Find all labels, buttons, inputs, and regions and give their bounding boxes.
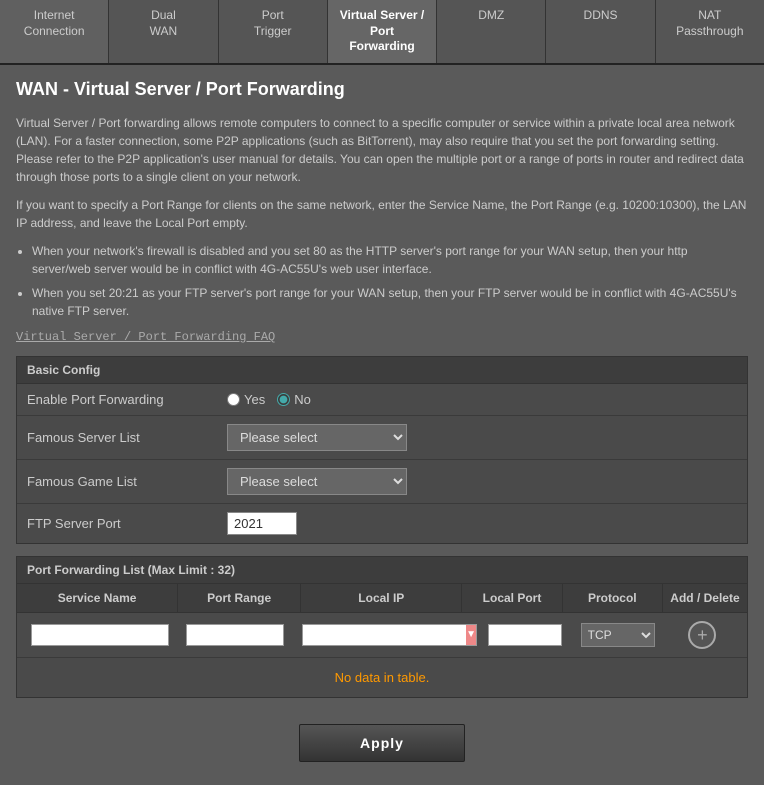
tab-dmz[interactable]: DMZ [437, 0, 546, 63]
enable-port-forwarding-label: Enable Port Forwarding [27, 392, 227, 407]
nav-tabs: InternetConnection DualWAN PortTrigger V… [0, 0, 764, 65]
famous-server-label: Famous Server List [27, 430, 227, 445]
apply-area: Apply [16, 710, 748, 772]
tab-virtual-server-port-forwarding[interactable]: Virtual Server / PortForwarding [328, 0, 437, 63]
tab-internet-connection[interactable]: InternetConnection [0, 0, 109, 63]
cell-local-ip: ▼ [293, 624, 479, 646]
radio-no-label: No [294, 392, 311, 407]
cell-service-name [23, 624, 177, 646]
description-1: Virtual Server / Port forwarding allows … [16, 114, 748, 186]
famous-game-label: Famous Game List [27, 474, 227, 489]
service-name-input[interactable] [31, 624, 170, 646]
table-header-row: Service Name Port Range Local IP Local P… [17, 584, 747, 613]
famous-game-row: Famous Game List Please select [17, 460, 747, 504]
cell-add-delete: + [664, 621, 741, 649]
bullet-list: When your network's firewall is disabled… [32, 242, 748, 320]
port-range-input[interactable] [186, 624, 284, 646]
th-local-ip: Local IP [301, 584, 462, 612]
radio-no-option[interactable]: No [277, 392, 311, 407]
radio-yes-label: Yes [244, 392, 265, 407]
main-content: WAN - Virtual Server / Port Forwarding V… [0, 65, 764, 785]
description-2: If you want to specify a Port Range for … [16, 196, 748, 232]
plus-icon: + [697, 626, 708, 644]
tab-port-trigger[interactable]: PortTrigger [219, 0, 328, 63]
radio-yes-option[interactable]: Yes [227, 392, 265, 407]
no-data-message: No data in table. [17, 658, 747, 697]
port-forwarding-list-section: Port Forwarding List (Max Limit : 32) Se… [16, 556, 748, 698]
th-add-delete: Add / Delete [663, 584, 747, 612]
famous-game-value: Please select [227, 468, 737, 495]
tab-ddns[interactable]: DDNS [546, 0, 655, 63]
th-protocol: Protocol [563, 584, 663, 612]
th-local-port: Local Port [462, 584, 562, 612]
bullet-item-1: When your network's firewall is disabled… [32, 242, 748, 278]
enable-port-forwarding-value: Yes No [227, 392, 737, 407]
cell-port-range [177, 624, 293, 646]
ftp-port-input[interactable]: 2021 [227, 512, 297, 535]
bullet-item-2: When you set 20:21 as your FTP server's … [32, 284, 748, 320]
famous-server-value: Please select [227, 424, 737, 451]
enable-port-forwarding-row: Enable Port Forwarding Yes No [17, 384, 747, 416]
port-forwarding-list-header: Port Forwarding List (Max Limit : 32) [17, 557, 747, 584]
page-title: WAN - Virtual Server / Port Forwarding [16, 79, 748, 100]
ftp-port-row: FTP Server Port 2021 [17, 504, 747, 543]
basic-config-section: Basic Config Enable Port Forwarding Yes … [16, 356, 748, 544]
cell-local-port [479, 624, 572, 646]
famous-server-row: Famous Server List Please select [17, 416, 747, 460]
famous-server-select[interactable]: Please select [227, 424, 407, 451]
radio-no-input[interactable] [277, 393, 290, 406]
famous-game-select[interactable]: Please select [227, 468, 407, 495]
tab-nat-passthrough[interactable]: NATPassthrough [656, 0, 764, 63]
faq-link[interactable]: Virtual Server / Port Forwarding FAQ [16, 330, 275, 344]
th-port-range: Port Range [178, 584, 301, 612]
cell-protocol: TCP UDP BOTH [571, 623, 664, 647]
local-port-input[interactable] [488, 624, 562, 646]
local-ip-wrapper: ▼ [302, 624, 469, 646]
table-input-row: ▼ TCP UDP BOTH + [17, 613, 747, 658]
local-ip-input[interactable] [302, 624, 466, 646]
radio-group-enable: Yes No [227, 392, 311, 407]
radio-yes-input[interactable] [227, 393, 240, 406]
protocol-select[interactable]: TCP UDP BOTH [581, 623, 655, 647]
ftp-port-value: 2021 [227, 512, 737, 535]
tab-dual-wan[interactable]: DualWAN [109, 0, 218, 63]
add-rule-button[interactable]: + [688, 621, 716, 649]
apply-button[interactable]: Apply [299, 724, 465, 762]
th-service-name: Service Name [17, 584, 178, 612]
ftp-port-label: FTP Server Port [27, 516, 227, 531]
local-ip-dropdown-button[interactable]: ▼ [466, 624, 477, 646]
basic-config-header: Basic Config [17, 357, 747, 384]
